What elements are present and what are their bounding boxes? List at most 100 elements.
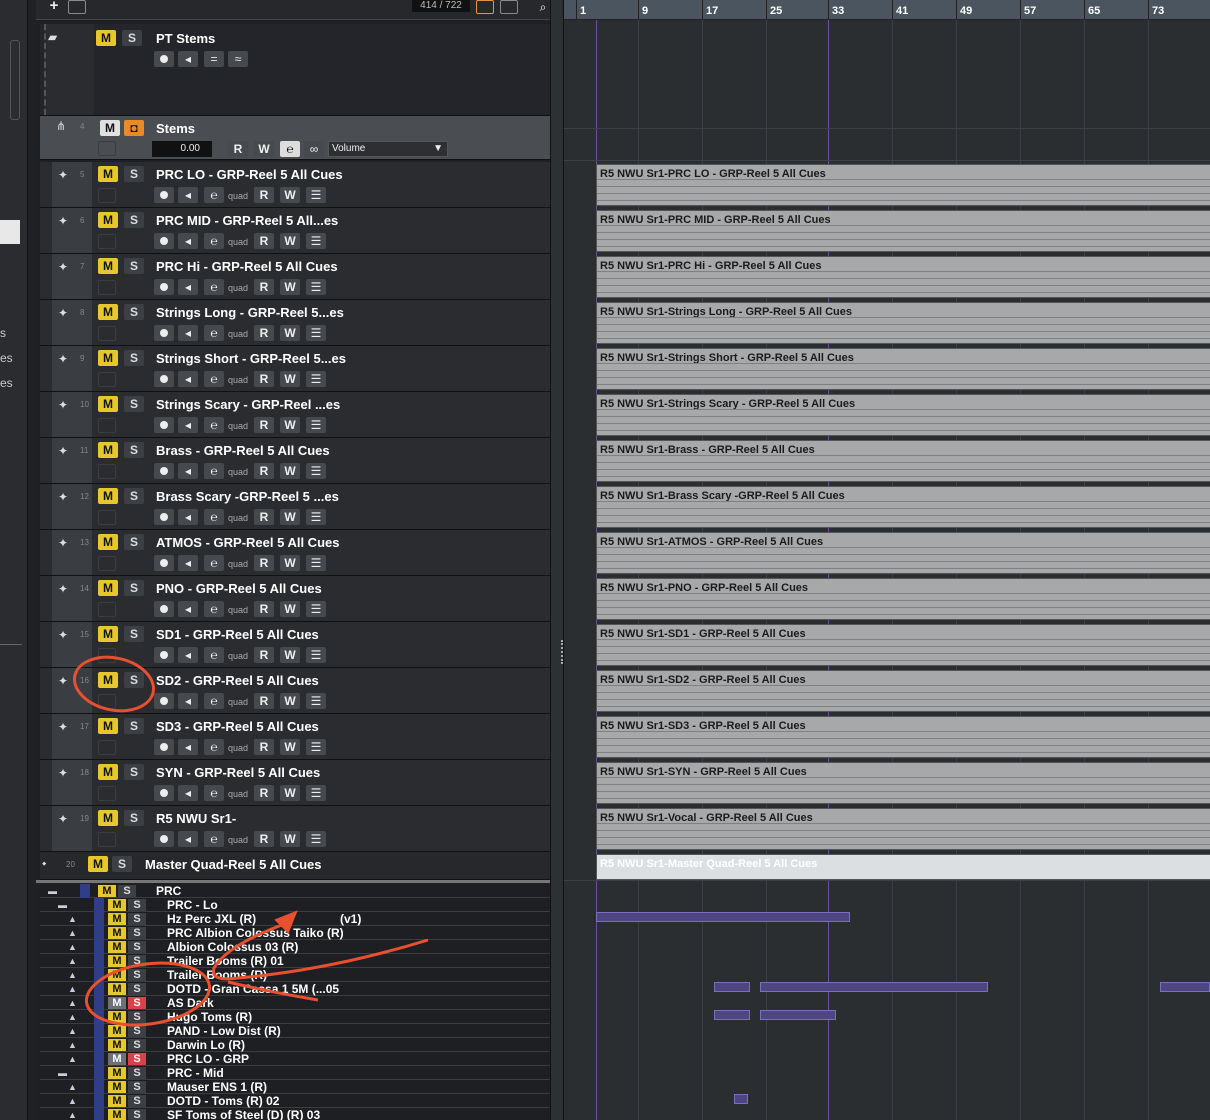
audio-track[interactable]: ✦ 16 M S SD2 - GRP-Reel 5 All Cues ◂ ℮ q… [40,668,550,714]
edit-channel-icon[interactable]: ℮ [204,555,224,571]
ruler-bar-marker[interactable]: 41 [892,0,908,20]
audio-track[interactable]: ✦ 6 M S PRC MID - GRP-Reel 5 All...es ◂ … [40,208,550,254]
write-automation-button[interactable]: W [280,785,300,801]
audio-track[interactable]: ✦ 9 M S Strings Short - GRP-Reel 5...es … [40,346,550,392]
record-enable-button[interactable] [154,187,174,203]
lanes-icon[interactable]: ☰ [306,647,326,663]
mute-button[interactable]: M [108,927,126,939]
read-automation-button[interactable]: R [254,555,274,571]
mute-button[interactable]: M [108,1095,126,1107]
read-automation-button[interactable]: R [254,417,274,433]
record-enable-button[interactable] [154,371,174,387]
track-name[interactable]: Strings Short - GRP-Reel 5...es [156,351,346,366]
audio-track[interactable]: ✦ 13 M S ATMOS - GRP-Reel 5 All Cues ◂ ℮… [40,530,550,576]
audio-event[interactable]: R5 NWU Sr1-Strings Short - GRP-Reel 5 Al… [596,348,1210,390]
solo-button[interactable]: S [124,810,144,826]
solo-button[interactable]: S [128,941,146,953]
track-name[interactable]: PRC - Lo [167,898,218,912]
instrument-track[interactable]: ▲ M S DOTD - Gran Cassa 1 5M (...05 [40,982,550,996]
audio-event[interactable]: R5 NWU Sr1-ATMOS - GRP-Reel 5 All Cues [596,532,1210,574]
write-automation-button[interactable]: W [254,141,274,157]
read-automation-button[interactable]: R [254,371,274,387]
audio-track[interactable]: ✦ 18 M S SYN - GRP-Reel 5 All Cues ◂ ℮ q… [40,760,550,806]
write-automation-button[interactable]: W [280,647,300,663]
track-name[interactable]: ATMOS - GRP-Reel 5 All Cues [156,535,339,550]
midi-part[interactable] [760,1010,836,1020]
monitor-button[interactable]: ◂ [178,279,198,295]
lanes-icon[interactable]: ☰ [306,785,326,801]
splitter[interactable] [550,0,564,1120]
read-automation-button[interactable]: R [254,647,274,663]
audio-track-master[interactable]: ⬩ 20 M S Master Quad-Reel 5 All Cues [40,852,550,880]
mute-button[interactable]: M [108,983,126,995]
mute-button[interactable]: M [98,212,118,228]
read-automation-button[interactable]: R [228,141,248,157]
solo-button[interactable]: S [124,580,144,596]
audio-event[interactable]: R5 NWU Sr1-PRC Hi - GRP-Reel 5 All Cues [596,256,1210,298]
mute-button[interactable]: M [108,913,126,925]
audio-track[interactable]: ✦ 8 M S Strings Long - GRP-Reel 5...es ◂… [40,300,550,346]
audio-track[interactable]: ✦ 5 M S PRC LO - GRP-Reel 5 All Cues ◂ ℮… [40,162,550,208]
lanes-icon[interactable]: ☰ [306,831,326,847]
track-name[interactable]: PRC [156,884,181,898]
write-automation-button[interactable]: W [280,509,300,525]
solo-button[interactable]: S [124,212,144,228]
mute-button[interactable]: M [98,626,118,642]
track-name[interactable]: Trailer Booms (R) [167,968,267,982]
instrument-track[interactable]: ▲ M S SF Toms of Steel (D) (R) 03 [40,1108,550,1120]
track-name[interactable]: SD1 - GRP-Reel 5 All Cues [156,627,319,642]
add-track-button[interactable]: + [44,0,64,14]
monitor-button[interactable]: ◂ [178,509,198,525]
track-name[interactable]: PRC - Mid [167,1066,224,1080]
solo-button[interactable]: S [124,672,144,688]
monitor-button[interactable]: ◂ [178,555,198,571]
lanes-icon[interactable]: ☰ [306,601,326,617]
solo-button[interactable]: S [128,983,146,995]
ruler-bar-marker[interactable]: 17 [702,0,718,20]
read-automation-button[interactable]: R [254,187,274,203]
mute-button[interactable]: M [98,488,118,504]
monitor-button[interactable]: ◂ [178,463,198,479]
write-automation-button[interactable]: W [280,693,300,709]
monitor-button[interactable]: ◂ [178,739,198,755]
monitor-button[interactable]: ◂ [178,187,198,203]
write-automation-button[interactable]: W [280,371,300,387]
solo-button[interactable]: S [124,718,144,734]
record-enable-button[interactable] [154,463,174,479]
track-name[interactable]: SYN - GRP-Reel 5 All Cues [156,765,320,780]
mute-button[interactable]: M [96,30,116,46]
audio-track[interactable]: ✦ 19 M S R5 NWU Sr1- ◂ ℮ quad R W ☰ [40,806,550,852]
mute-button[interactable]: M [108,941,126,953]
audio-event[interactable]: R5 NWU Sr1-SD1 - GRP-Reel 5 All Cues [596,624,1210,666]
mute-button[interactable]: M [108,1081,126,1093]
record-enable-button[interactable] [154,831,174,847]
mute-button[interactable]: M [98,810,118,826]
record-enable-button[interactable] [154,417,174,433]
instrument-track[interactable]: ▲ M S AS Dark [40,996,550,1010]
search-icon[interactable]: ⌕ [534,0,550,14]
write-automation-button[interactable]: W [280,417,300,433]
mute-button[interactable]: M [108,1067,126,1079]
lanes-icon[interactable]: ☰ [306,463,326,479]
edit-instrument-icon[interactable]: ℮ [280,141,300,157]
track-name[interactable]: Albion Colossus 03 (R) [167,940,298,954]
instrument-track[interactable]: ▲ M S Trailer Booms (R) 01 [40,954,550,968]
read-automation-button[interactable]: R [254,233,274,249]
instrument-track[interactable]: ▲ M S Trailer Booms (R) [40,968,550,982]
instrument-track[interactable]: ▲ M S Hz Perc JXL (R) (v1) [40,912,550,926]
solo-button[interactable]: S [124,166,144,182]
solo-button[interactable]: S [128,997,146,1009]
zone-divider[interactable] [36,880,550,883]
instrument-track[interactable]: ▲ M S PRC LO - GRP [40,1052,550,1066]
edit-channel-icon[interactable]: ℮ [204,463,224,479]
monitor-button[interactable]: ◂ [178,417,198,433]
lanes-icon[interactable]: ☰ [306,417,326,433]
edit-channel-icon[interactable]: ℮ [204,601,224,617]
read-automation-button[interactable]: R [254,509,274,525]
monitor-button[interactable]: ◂ [178,647,198,663]
folder-track[interactable]: ▬ M S PRC [40,884,550,898]
read-automation-button[interactable]: R [254,601,274,617]
ruler-bar-marker[interactable]: 25 [766,0,782,20]
solo-button[interactable]: S [124,764,144,780]
read-automation-button[interactable]: R [254,693,274,709]
